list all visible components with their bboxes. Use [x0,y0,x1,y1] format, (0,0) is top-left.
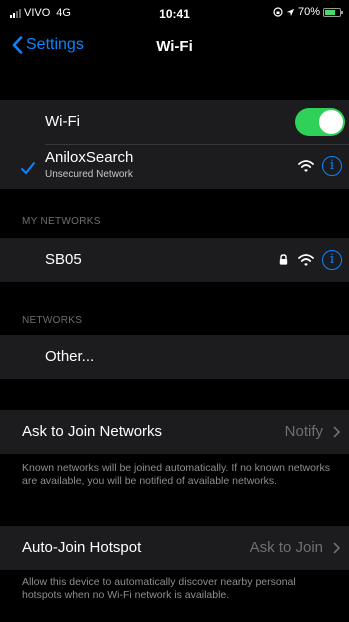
auto-join-value: Ask to Join [249,539,323,556]
network-name: SB05 [45,251,82,268]
battery-icon [323,7,343,17]
checkmark-icon [20,161,36,175]
my-networks-header: MY NETWORKS [22,216,101,227]
chevron-right-icon [333,426,340,438]
battery-percent: 70% [297,6,320,18]
auto-join-group: Auto-Join Hotspot Ask to Join [0,526,349,570]
other-network-label: Other... [45,348,95,365]
ask-to-join-value: Notify [284,423,323,440]
orientation-lock-icon [273,7,283,17]
connected-network-name: AniloxSearch [45,149,134,166]
wifi-toggle[interactable] [295,108,345,136]
my-networks-group: SB05 i [0,238,349,282]
navigation-bar: Settings Wi-Fi [0,26,349,68]
connected-network-status: Unsecured Network [45,169,133,180]
wifi-toggle-label: Wi-Fi [45,113,80,130]
ask-to-join-note: Known networks will be joined automatica… [22,462,330,487]
connected-network-row[interactable]: AniloxSearch Unsecured Network i [0,145,349,189]
auto-join-row[interactable]: Auto-Join Hotspot Ask to Join [0,526,349,570]
other-network-row[interactable]: Other... [0,335,349,379]
auto-join-label: Auto-Join Hotspot [22,539,142,556]
network-row-sb05[interactable]: SB05 i [0,238,349,282]
location-arrow-icon [286,8,295,16]
networks-group: Other... [0,335,349,379]
networks-header: NETWORKS [22,315,83,326]
info-icon[interactable]: i [322,250,342,270]
status-right: 70% [273,6,343,18]
status-bar: VIVO 4G 10:41 70% [0,0,349,26]
wifi-toggle-row: Wi-Fi [0,100,349,144]
wifi-group: Wi-Fi AniloxSearch Unsecured Network i [0,100,349,189]
lock-icon [279,254,288,265]
page-title: Wi-Fi [156,38,193,55]
battery-fill [325,9,335,15]
ask-to-join-label: Ask to Join Networks [22,423,163,440]
auto-join-note: Allow this device to automatically disco… [22,576,296,601]
ask-to-join-row[interactable]: Ask to Join Networks Notify [0,410,349,454]
ask-to-join-group: Ask to Join Networks Notify [0,410,349,454]
wifi-toggle-knob [319,110,343,134]
wifi-signal-icon [298,254,314,266]
chevron-right-icon [333,542,340,554]
wifi-signal-icon [298,160,314,172]
info-icon[interactable]: i [322,156,342,176]
